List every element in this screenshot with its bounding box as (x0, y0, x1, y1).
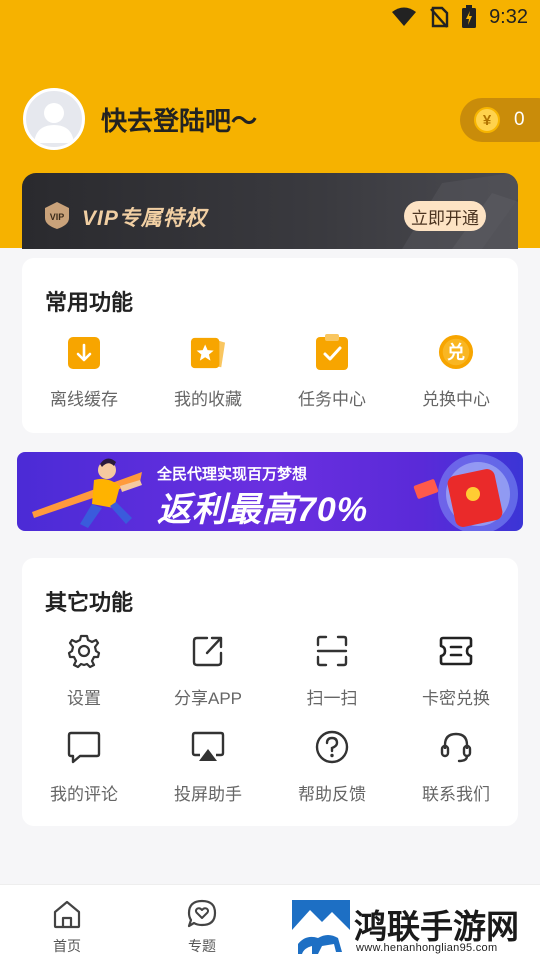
exchange-glyph: 兑 (447, 342, 465, 364)
tab-home-label: 首页 (53, 938, 81, 954)
card-code-redeem-item[interactable]: 卡密兑换 (394, 633, 518, 709)
tab-topics-label: 专题 (188, 938, 216, 954)
comment-icon (66, 729, 102, 765)
card-code-redeem-label: 卡密兑换 (422, 689, 490, 708)
clipboard-check-icon (314, 332, 350, 371)
watermark-logo-icon (292, 900, 350, 958)
common-functions-title: 常用功能 (45, 290, 134, 315)
download-icon (66, 335, 102, 371)
star-bookmark-icon (190, 335, 226, 371)
coin-count: 0 (514, 109, 525, 130)
watermark-url: www.henanhonglian95.com (356, 942, 498, 954)
favorites-label: 我的收藏 (174, 390, 242, 409)
share-app-item[interactable]: 分享APP (146, 633, 270, 709)
screen-cast-label: 投屏助手 (174, 785, 242, 804)
task-center-item[interactable]: 任务中心 (270, 332, 394, 410)
wifi-icon (391, 7, 417, 27)
settings-item[interactable]: 设置 (22, 633, 146, 709)
exchange-icon: 兑 (438, 333, 474, 371)
status-bar: 9:32 (0, 0, 540, 36)
task-center-label: 任务中心 (298, 390, 366, 409)
coin-balance[interactable]: ¥ 0 (460, 98, 540, 142)
promo-banner[interactable]: 全民代理实现百万梦想 返利最高70% (17, 452, 523, 531)
help-feedback-item[interactable]: 帮助反馈 (270, 729, 394, 805)
vip-title: VIP专属特权 (82, 207, 207, 230)
banner-headline: 返利最高70% (157, 491, 369, 529)
cast-screen-icon (190, 729, 226, 765)
share-icon (190, 633, 226, 669)
exchange-center-item[interactable]: 兑 兑换中心 (394, 333, 518, 410)
my-comments-item[interactable]: 我的评论 (22, 729, 146, 805)
vip-badge-text: VIP (50, 212, 65, 222)
banner-subtitle: 全民代理实现百万梦想 (157, 466, 308, 483)
user-silhouette-icon (34, 103, 74, 143)
scan-icon (314, 633, 350, 669)
tab-home[interactable]: 首页 (27, 899, 107, 956)
help-icon (314, 729, 350, 765)
red-envelope-icon (413, 454, 518, 531)
screen-cast-item[interactable]: 投屏助手 (146, 729, 270, 805)
ticket-icon (438, 633, 474, 669)
help-feedback-label: 帮助反馈 (298, 785, 366, 804)
login-prompt[interactable]: 快去登陆吧～ (101, 101, 257, 138)
favorites-item[interactable]: 我的收藏 (146, 335, 270, 410)
scan-label: 扫一扫 (306, 689, 358, 708)
site-watermark: 鸿联手游网 www.henanhonglian95.com (290, 898, 540, 960)
heart-chat-icon (186, 899, 218, 934)
coin-icon: ¥ (474, 107, 500, 133)
tab-topics[interactable]: 专题 (162, 899, 242, 956)
offline-cache-label: 离线缓存 (50, 390, 118, 409)
vip-open-button[interactable]: 立即开通 (404, 201, 486, 231)
my-comments-label: 我的评论 (50, 785, 118, 804)
no-sim-icon (429, 6, 449, 28)
battery-charging-icon (461, 5, 477, 29)
home-icon (51, 899, 83, 934)
share-app-label: 分享APP (173, 689, 243, 708)
exchange-center-label: 兑换中心 (422, 390, 490, 409)
scan-item[interactable]: 扫一扫 (270, 633, 394, 709)
gear-icon (66, 633, 102, 669)
offline-cache-item[interactable]: 离线缓存 (22, 335, 146, 410)
avatar[interactable] (23, 88, 85, 150)
running-person-illustration (32, 458, 142, 528)
contact-us-item[interactable]: 联系我们 (394, 729, 518, 805)
vip-card[interactable]: VIP VIP专属特权 立即开通 (22, 173, 518, 249)
other-functions-title: 其它功能 (45, 590, 134, 615)
common-functions-card: 常用功能 离线缓存 我的收藏 任务中心 兑 兑换中心 (22, 258, 518, 433)
headset-icon (438, 729, 474, 765)
watermark-text: 鸿联手游网 (354, 908, 519, 945)
settings-label: 设置 (67, 689, 101, 708)
contact-us-label: 联系我们 (422, 785, 490, 804)
clock-time: 9:32 (489, 5, 528, 28)
vip-crown-icon: VIP (42, 200, 72, 235)
other-functions-card: 其它功能 设置 分享APP 扫一扫 卡密兑换 我的评论 投屏助手 帮助反馈 联系… (22, 558, 518, 826)
